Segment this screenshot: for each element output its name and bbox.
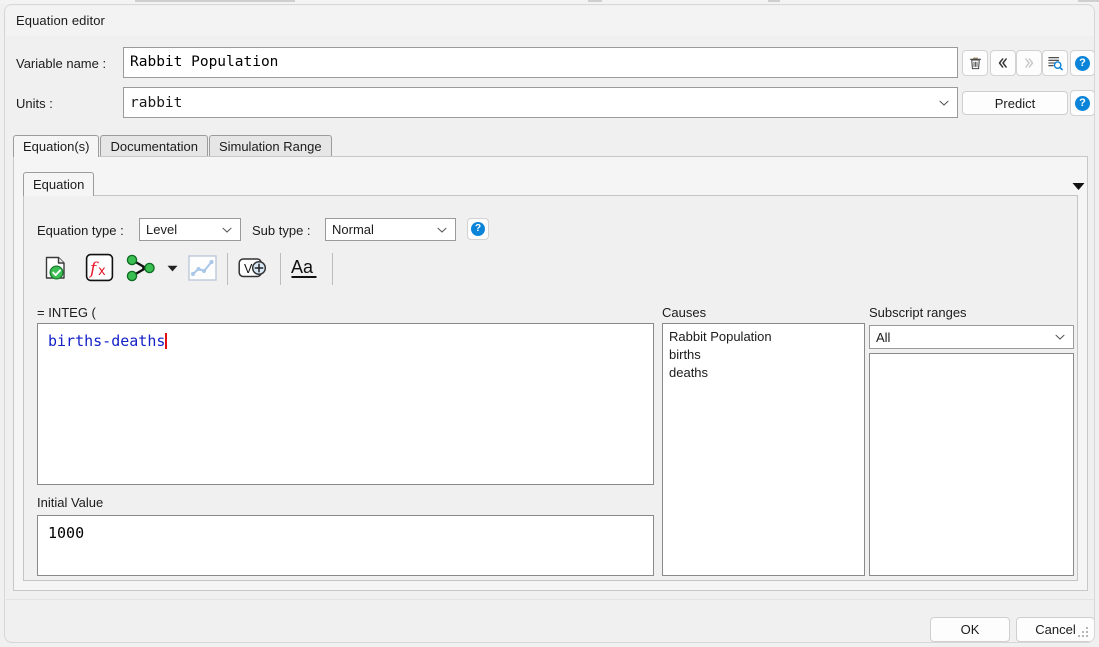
units-value: rabbit: [130, 95, 182, 111]
units-help-button[interactable]: ?: [1070, 90, 1095, 116]
fx-icon: f x: [85, 253, 114, 282]
toolbar-separator: [332, 253, 333, 285]
list-item[interactable]: births: [663, 346, 864, 364]
subscript-ranges-select[interactable]: All: [869, 325, 1074, 349]
document-check-icon: [41, 253, 71, 283]
chevron-down-icon: [1055, 332, 1065, 342]
causes-tree-icon: [125, 253, 157, 283]
collapse-panel-button[interactable]: [1071, 179, 1085, 193]
integ-prefix-label: = INTEG (: [37, 305, 96, 320]
equation-type-value: Level: [146, 222, 177, 237]
tab-label: Simulation Range: [219, 139, 322, 154]
ok-button[interactable]: OK: [930, 617, 1010, 642]
delete-variable-button[interactable]: [962, 50, 988, 76]
previous-variable-button[interactable]: [990, 50, 1016, 76]
help-icon: ?: [1075, 56, 1090, 71]
initial-value-textarea[interactable]: 1000: [37, 515, 654, 576]
chevron-down-icon: [437, 225, 447, 235]
graph-button: [188, 255, 217, 281]
tab-equation[interactable]: Equation: [23, 172, 94, 196]
svg-text:V: V: [244, 262, 253, 276]
initial-value-text: 1000: [48, 524, 84, 542]
double-chevron-left-icon: [996, 56, 1010, 70]
ok-label: OK: [961, 622, 980, 637]
tab-documentation[interactable]: Documentation: [100, 135, 207, 157]
tab-equations[interactable]: Equation(s): [13, 135, 99, 157]
subscript-ranges-label: Subscript ranges: [869, 305, 967, 320]
causes-tree-dropdown[interactable]: [165, 262, 179, 274]
cancel-label: Cancel: [1035, 622, 1075, 637]
initial-value-label: Initial Value: [37, 495, 103, 510]
sub-type-value: Normal: [332, 222, 374, 237]
svg-text:Aa: Aa: [291, 257, 314, 277]
dialog-frame: Equation editor Variable name : Rabbit P…: [4, 4, 1095, 643]
chevron-down-icon: [167, 265, 178, 272]
equation-editor-window: Equation editor Variable name : Rabbit P…: [0, 0, 1099, 647]
units-label: Units :: [16, 96, 53, 111]
list-item[interactable]: deaths: [663, 364, 864, 382]
chevron-down-icon: [939, 98, 949, 108]
search-variable-button[interactable]: [1042, 50, 1068, 76]
variable-name-label: Variable name :: [16, 56, 106, 71]
tab-simulation-range[interactable]: Simulation Range: [209, 135, 332, 157]
main-tabstrip: Equation(s) Documentation Simulation Ran…: [13, 135, 333, 157]
equation-body-text: births-deaths: [48, 331, 165, 351]
functions-button[interactable]: f x: [84, 252, 115, 283]
resize-grip[interactable]: [1077, 626, 1089, 638]
subscript-ranges-value: All: [876, 330, 890, 345]
predict-label: Predict: [995, 96, 1035, 111]
text-cursor: [165, 333, 167, 349]
dialog-title: Equation editor: [16, 13, 105, 28]
chevron-down-icon: [1072, 182, 1085, 191]
footer-divider: [6, 599, 1095, 600]
check-syntax-button[interactable]: [39, 251, 73, 285]
help-icon: ?: [1075, 96, 1090, 111]
trash-icon: [968, 56, 983, 71]
variable-name-input[interactable]: Rabbit Population: [123, 47, 958, 78]
list-item[interactable]: Rabbit Population: [663, 328, 864, 346]
next-variable-button: [1016, 50, 1042, 76]
causes-label: Causes: [662, 305, 706, 320]
add-variable-button[interactable]: V: [238, 255, 270, 281]
toolbar-separator: [280, 253, 281, 285]
font-button[interactable]: Aa: [290, 254, 320, 282]
tab-label: Documentation: [110, 139, 197, 154]
sub-type-label: Sub type :: [252, 223, 311, 238]
dialog-header-band: [6, 6, 1095, 36]
toolbar-separator: [227, 253, 228, 285]
equation-type-help-button[interactable]: ?: [467, 218, 489, 240]
double-chevron-right-icon: [1022, 56, 1036, 70]
tab-label: Equation(s): [23, 139, 89, 154]
variable-help-button[interactable]: ?: [1070, 50, 1095, 76]
units-combobox[interactable]: rabbit: [123, 87, 958, 118]
equation-subtabstrip: Equation: [23, 172, 95, 196]
equation-editor-textarea[interactable]: births-deaths: [37, 323, 654, 485]
causes-list[interactable]: Rabbit Population births deaths: [662, 323, 865, 576]
line-chart-icon: [188, 255, 217, 281]
sub-type-select[interactable]: Normal: [325, 218, 456, 241]
equation-type-select[interactable]: Level: [139, 218, 241, 241]
svg-text:x: x: [98, 264, 106, 279]
help-icon: ?: [471, 222, 485, 236]
resize-grip-icon: [1077, 626, 1089, 638]
chevron-down-icon: [222, 225, 232, 235]
v-plus-icon: V: [238, 255, 270, 281]
equation-type-label: Equation type :: [37, 223, 124, 238]
variable-name-value: Rabbit Population: [130, 55, 278, 70]
document-search-icon: [1047, 55, 1063, 71]
predict-button[interactable]: Predict: [962, 91, 1068, 115]
tab-label: Equation: [33, 177, 84, 192]
subscript-ranges-list[interactable]: [869, 353, 1074, 576]
font-aa-icon: Aa: [290, 254, 320, 282]
causes-tree-button[interactable]: [125, 253, 157, 283]
